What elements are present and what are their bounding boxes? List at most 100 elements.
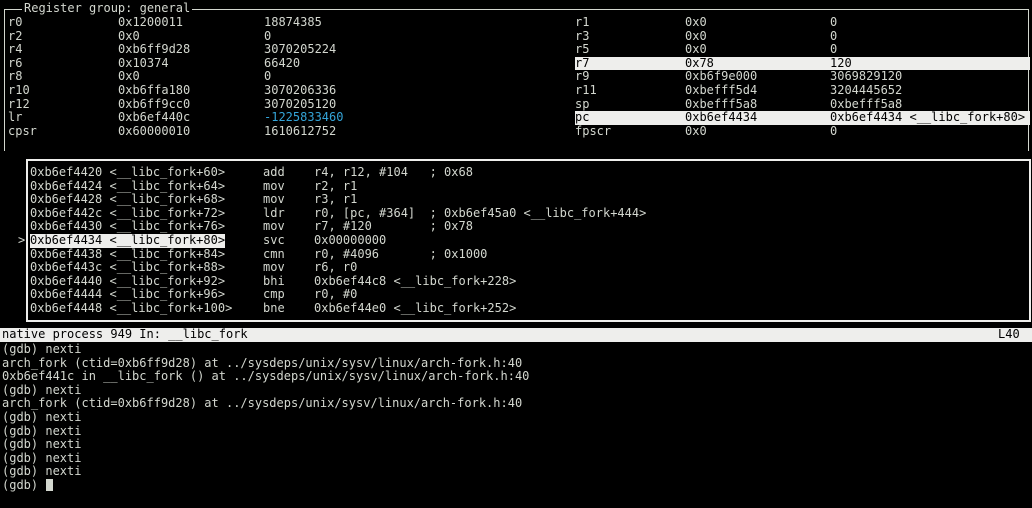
register-name: r0 xyxy=(8,15,23,29)
status-process-info: native process 949 In: __libc_fork xyxy=(2,327,248,341)
asm-operands: r6, r0 xyxy=(314,260,358,275)
asm-operands: r0, [pc, #364] ; 0xb6ef45a0 <__libc_fork… xyxy=(314,205,647,220)
register-hex-value: 0xb6ef4434 xyxy=(685,110,758,125)
register-hex-value: 0xb6ffa180 xyxy=(118,83,191,97)
register-name: r9 xyxy=(575,69,590,84)
register-name: r3 xyxy=(575,28,590,43)
register-row-r6: r6 0x10374 66420 xyxy=(8,55,528,71)
register-dec-value: 0 xyxy=(830,28,838,43)
register-dec-value: 1610612752 xyxy=(264,123,337,138)
register-name: r10 xyxy=(8,83,30,97)
register-dec-value: 120 xyxy=(830,55,852,70)
asm-opcode: ldr xyxy=(263,205,285,220)
gdb-output-line: (gdb) nexti xyxy=(2,437,82,452)
asm-opcode: mov xyxy=(263,219,285,234)
asm-address: 0xb6ef4420 <__libc_fork+60> xyxy=(30,165,226,179)
gdb-output-line: arch_fork (ctid=0xb6ff9d28) at ../sysdep… xyxy=(2,355,523,370)
register-hex-value: 0x0 xyxy=(685,42,707,57)
asm-address: 0xb6ef4448 <__libc_fork+100> xyxy=(30,301,233,315)
register-hex-value: 0x0 xyxy=(118,69,140,84)
asm-opcode: mov xyxy=(263,192,285,207)
register-dec-value: -1225833460 xyxy=(264,110,344,125)
asm-operands: r4, r12, #104 ; 0x68 xyxy=(314,165,473,179)
asm-operands: r3, r1 xyxy=(314,192,358,207)
register-name: r2 xyxy=(8,28,23,43)
register-row-fpscr: fpscr 0x0 0 xyxy=(575,123,1030,139)
asm-address: 0xb6ef4444 <__libc_fork+96> xyxy=(30,287,226,302)
register-dec-value: 3204445652 xyxy=(830,83,903,97)
asm-address: 0xb6ef4424 <__libc_fork+64> xyxy=(30,178,226,193)
register-row-lr: lr 0xb6ef440c -1225833460 xyxy=(8,111,528,125)
gdb-prompt-line[interactable]: (gdb) xyxy=(2,478,529,493)
gdb-output-line: (gdb) nexti xyxy=(2,423,82,438)
asm-opcode: cmp xyxy=(263,287,285,302)
asm-address: 0xb6ef442c <__libc_fork+72> xyxy=(30,205,226,220)
gdb-output-line: arch_fork (ctid=0xb6ff9d28) at ../sysdep… xyxy=(2,396,523,411)
register-name: fpscr xyxy=(575,123,612,138)
register-name: cpsr xyxy=(8,123,37,138)
register-row-r7: r7 0x78 120 xyxy=(575,55,1030,71)
register-row-r8: r8 0x0 0 xyxy=(8,70,528,84)
register-hex-value: 0x0 xyxy=(685,28,707,43)
asm-opcode: mov xyxy=(263,178,285,193)
register-row-r1: r1 0x0 0 xyxy=(575,15,1030,30)
register-name: sp xyxy=(575,96,590,111)
gdb-output-line: (gdb) nexti xyxy=(2,464,82,479)
register-dec-value: 0 xyxy=(830,123,838,138)
gdb-command-output[interactable]: (gdb) nexti arch_fork (ctid=0xb6ff9d28) a… xyxy=(2,342,529,493)
register-hex-value: 0x1200011 xyxy=(118,15,184,29)
register-row-pc: pc 0xb6ef4434 0xb6ef4434 <__libc_fork+80> xyxy=(575,111,1030,125)
asm-operands: r2, r1 xyxy=(314,178,358,193)
gdb-output-line: (gdb) nexti xyxy=(2,382,82,397)
register-dec-value: 3070206336 xyxy=(264,83,337,97)
asm-opcode: cmn xyxy=(263,246,285,261)
asm-operands: r7, #120 ; 0x78 xyxy=(314,219,473,234)
register-hex-value: 0xb6ef440c xyxy=(118,110,191,125)
register-hex-value: 0xbefff5d4 xyxy=(685,83,758,97)
register-name: r7 xyxy=(575,55,590,70)
asm-operands: 0xb6ef44e0 <__libc_fork+252> xyxy=(314,301,517,315)
register-name: lr xyxy=(8,110,23,125)
register-dec-value: 0 xyxy=(264,69,272,84)
register-hex-value: 0xb6ff9cc0 xyxy=(118,96,191,111)
text-cursor xyxy=(46,478,54,491)
status-bar: native process 949 In: __libc_fork L40 xyxy=(0,327,1032,342)
register-dec-value: 0 xyxy=(264,28,272,43)
register-name: r1 xyxy=(575,15,590,29)
register-panel-title: Register group: general xyxy=(22,1,193,16)
register-row-r3: r3 0x0 0 xyxy=(575,28,1030,44)
register-hex-value: 0xb6f9e000 xyxy=(685,69,758,84)
register-row-r5: r5 0x0 0 xyxy=(575,43,1030,57)
register-row-cpsr: cpsr 0x60000010 1610612752 xyxy=(8,123,528,139)
asm-address: 0xb6ef4434 <__libc_fork+80> xyxy=(30,233,226,248)
asm-opcode: add xyxy=(263,165,285,179)
register-row-r9: r9 0xb6f9e000 3069829120 xyxy=(575,70,1030,84)
register-dec-value: 3070205224 xyxy=(264,42,337,57)
asm-address: 0xb6ef4430 <__libc_fork+76> xyxy=(30,219,226,234)
register-hex-value: 0x10374 xyxy=(118,55,169,70)
register-hex-value: 0x0 xyxy=(118,28,140,43)
register-dec-value: 0xb6ef4434 <__libc_fork+80> xyxy=(830,110,1026,125)
register-row-r12: r12 0xb6ff9cc0 3070205120 xyxy=(8,96,528,112)
register-hex-value: 0x0 xyxy=(685,123,707,138)
asm-opcode: bne xyxy=(263,301,285,315)
register-row-r2: r2 0x0 0 xyxy=(8,28,528,44)
asm-operands: r0, #0 xyxy=(314,287,358,302)
register-hex-value: 0xb6ff9d28 xyxy=(118,42,191,57)
asm-operands: 0xb6ef44c8 <__libc_fork+228> xyxy=(314,273,517,288)
register-name: r4 xyxy=(8,42,23,57)
asm-address: 0xb6ef4438 <__libc_fork+84> xyxy=(30,246,226,261)
register-hex-value: 0x78 xyxy=(685,55,714,70)
register-name: r5 xyxy=(575,42,590,57)
register-dec-value: 0 xyxy=(830,42,838,57)
asm-address: 0xb6ef4440 <__libc_fork+92> xyxy=(30,273,226,288)
register-row-r0: r0 0x1200011 18874385 xyxy=(8,15,528,30)
register-row-r11: r11 0xbefff5d4 3204445652 xyxy=(575,83,1030,98)
register-row-r4: r4 0xb6ff9d28 3070205224 xyxy=(8,43,528,57)
register-dec-value: 66420 xyxy=(264,55,301,70)
gdb-output-line: (gdb) nexti xyxy=(2,342,82,356)
register-dec-value: 0xbefff5a8 xyxy=(830,96,903,111)
register-name: r11 xyxy=(575,83,597,97)
register-name: r12 xyxy=(8,96,30,111)
register-dec-value: 3070205120 xyxy=(264,96,337,111)
